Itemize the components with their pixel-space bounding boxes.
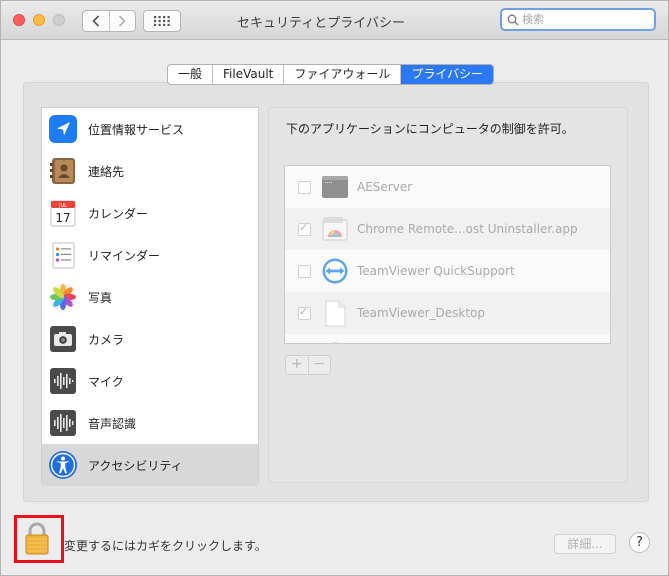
close-button[interactable] <box>13 14 25 26</box>
terminal-app-icon <box>322 176 348 198</box>
sidebar-item-accessibility[interactable]: アクセシビリティ <box>42 444 258 486</box>
contacts-icon <box>50 158 75 184</box>
back-button[interactable] <box>83 11 109 31</box>
sidebar-item-label: リマインダー <box>88 248 161 263</box>
photos-icon <box>49 283 77 311</box>
camera-icon <box>50 326 76 352</box>
list-item: AEServer <box>285 166 610 208</box>
app-name: Chrome Remote...ost Uninstaller.app <box>357 222 578 236</box>
grid-icon <box>154 16 170 26</box>
sidebar-item-photos[interactable]: 写真 <box>42 276 258 318</box>
sidebar-item-label: 連絡先 <box>88 164 125 179</box>
sidebar-item-label: カレンダー <box>88 206 149 221</box>
sidebar-item-speech-recognition[interactable]: 音声認識 <box>42 402 258 444</box>
accessibility-icon <box>49 451 77 479</box>
sidebar-item-label: アクセシビリティ <box>88 458 183 473</box>
forward-button[interactable] <box>108 11 136 31</box>
privacy-category-list: 位置情報サービス 連絡先 JUL 17 カレンダー リマインダー 写真 カメラ … <box>41 107 259 486</box>
app-checkbox[interactable] <box>298 180 311 194</box>
sidebar-item-label: 音声認識 <box>88 416 137 431</box>
panel-description: 下のアプリケーションにコンピュータの制御を許可。 <box>286 122 574 136</box>
preferences-window: セキュリティとプライバシー 一般 FileVault ファイアウォール プライバ… <box>0 0 669 576</box>
app-checkbox[interactable] <box>298 221 311 236</box>
calendar-icon: JUL 17 <box>50 200 76 227</box>
list-item: TeamViewer QuickSupport <box>285 250 610 292</box>
app-name: TeamViewer QuickSupport <box>357 264 515 278</box>
sidebar-item-contacts[interactable]: 連絡先 <box>42 150 258 192</box>
list-item: Chrome Remote...ost Uninstaller.app <box>285 208 610 250</box>
chevron-right-icon <box>119 15 126 27</box>
help-button[interactable]: ? <box>629 532 650 553</box>
tab-general[interactable]: 一般 <box>168 65 212 84</box>
calendar-day-text: 17 <box>55 211 70 225</box>
sidebar-item-label: 写真 <box>88 290 113 305</box>
show-all-button[interactable] <box>143 10 181 32</box>
speech-recognition-icon <box>50 410 76 436</box>
title-bar: セキュリティとプライバシー <box>1 1 668 40</box>
search-field[interactable] <box>500 8 656 31</box>
tab-privacy[interactable]: プライバシー <box>400 65 494 84</box>
sidebar-item-label: カメラ <box>88 332 125 347</box>
lock-instruction-text: 変更するにはカギをクリックします。 <box>64 539 267 553</box>
app-name: AEServer <box>357 180 413 194</box>
sidebar-item-label: 位置情報サービス <box>88 122 185 137</box>
microphone-icon <box>50 368 76 394</box>
minimize-button[interactable] <box>33 14 45 26</box>
search-input[interactable] <box>522 11 650 28</box>
add-app-button[interactable]: + <box>286 356 308 374</box>
tab-filevault[interactable]: FileVault <box>212 65 283 84</box>
sidebar-item-camera[interactable]: カメラ <box>42 318 258 360</box>
teamviewer-icon <box>322 258 348 284</box>
chrome-remote-icon <box>322 217 348 241</box>
app-checkbox[interactable] <box>298 264 311 278</box>
advanced-button[interactable]: 詳細... <box>554 534 616 554</box>
app-list: AEServer Chrome Remote...ost Uninstaller… <box>284 165 611 344</box>
list-item <box>285 334 610 343</box>
calendar-month-text: JUL <box>58 203 67 209</box>
tab-bar: 一般 FileVault ファイアウォール プライバシー <box>167 64 495 85</box>
sidebar-item-reminders[interactable]: リマインダー <box>42 234 258 276</box>
sidebar-item-microphone[interactable]: マイク <box>42 360 258 402</box>
location-icon <box>49 115 77 143</box>
add-remove-buttons: + − <box>285 355 331 375</box>
lock-icon[interactable] <box>24 522 50 556</box>
document-icon <box>325 300 346 327</box>
app-checkbox[interactable] <box>298 305 311 320</box>
zoom-button[interactable] <box>53 14 65 26</box>
reminders-icon <box>52 242 75 269</box>
sidebar-item-calendar[interactable]: JUL 17 カレンダー <box>42 192 258 234</box>
window-title: セキュリティとプライバシー <box>237 16 405 31</box>
sidebar-item-location-services[interactable]: 位置情報サービス <box>42 108 258 150</box>
list-item: TeamViewer_Desktop <box>285 292 610 334</box>
search-icon <box>507 14 519 26</box>
sidebar-item-label: マイク <box>88 374 124 389</box>
remove-app-button[interactable]: − <box>307 356 331 374</box>
navigation-buttons <box>82 10 136 32</box>
tab-firewall[interactable]: ファイアウォール <box>283 65 400 84</box>
chevron-left-icon <box>92 15 99 27</box>
partial-app-icon <box>331 342 339 343</box>
app-name: TeamViewer_Desktop <box>357 306 485 320</box>
